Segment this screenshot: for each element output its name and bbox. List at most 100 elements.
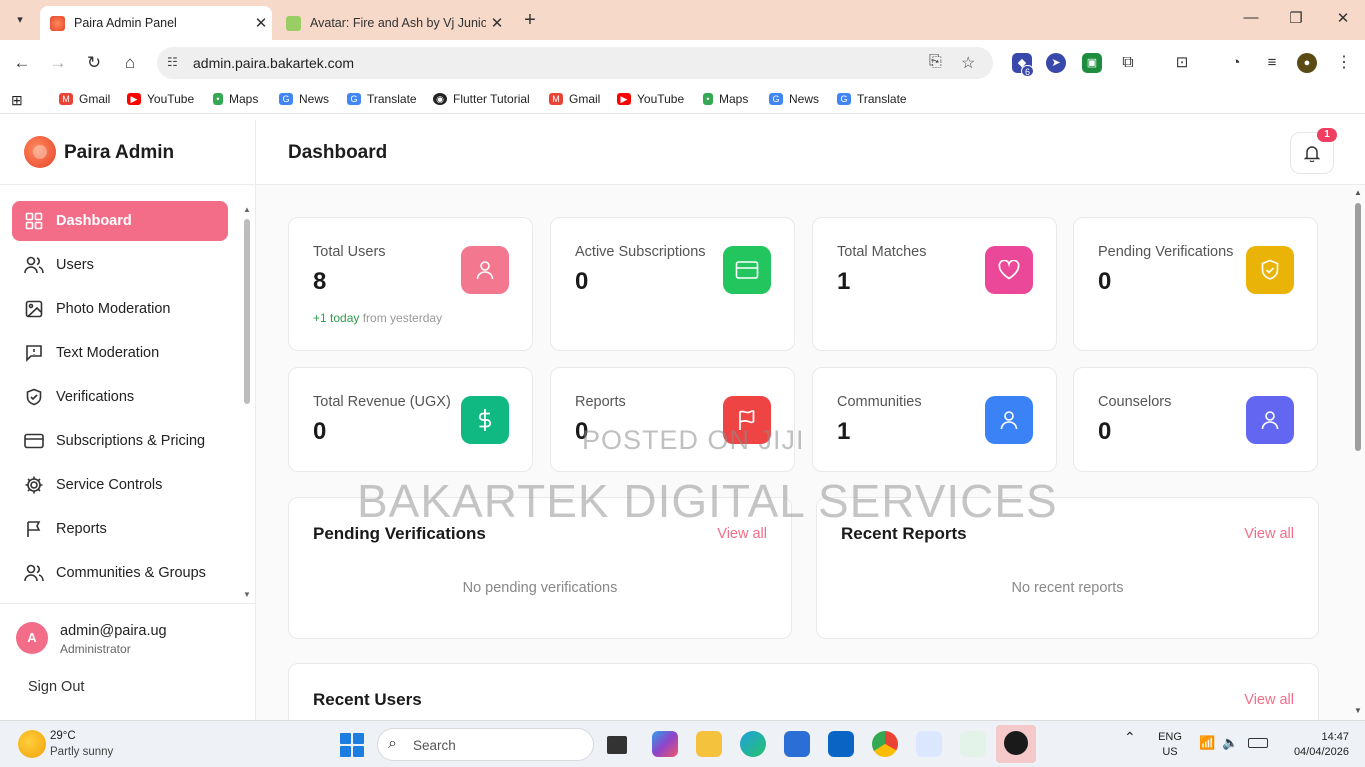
clock[interactable]: 14:47 04/04/2026 — [1283, 730, 1349, 760]
bookmark-flutter-tutorial[interactable]: ◉ Flutter Tutorial — [433, 92, 530, 106]
menu-kebab-icon[interactable]: ⋮ — [1334, 53, 1354, 73]
view-all-link[interactable]: View all — [1244, 526, 1294, 542]
taskbar-search[interactable]: ⌕ Search — [377, 728, 594, 761]
edge-icon[interactable] — [740, 731, 766, 757]
apps-grid-icon[interactable]: ⊞ — [11, 92, 23, 109]
forward-icon[interactable]: → — [47, 52, 69, 74]
language-indicator[interactable]: ENG US — [1156, 730, 1184, 760]
stat-card-total-users[interactable]: Total Users 8 +1 today from yesterday — [288, 217, 533, 351]
bookmark-news[interactable]: G News — [769, 92, 819, 106]
sidebar-item-subscriptions[interactable]: Subscriptions & Pricing — [12, 421, 228, 461]
close-tab-icon[interactable]: ✕ — [486, 14, 508, 32]
sidebar-item-communities[interactable]: Communities & Groups — [12, 553, 228, 593]
extension-icon[interactable]: ➤ — [1046, 53, 1066, 73]
search-icon: ⌕ — [388, 735, 397, 752]
empty-state: No recent reports — [1011, 580, 1124, 596]
reload-icon[interactable]: ↻ — [83, 52, 105, 74]
view-all-link[interactable]: View all — [1244, 692, 1294, 708]
app-icon[interactable] — [960, 731, 986, 757]
back-icon[interactable]: ← — [11, 52, 33, 74]
task-view-icon[interactable] — [607, 736, 627, 754]
empty-state: No pending verifications — [462, 580, 618, 596]
user-box: A admin@paira.ug Administrator Sign Out — [0, 603, 256, 720]
sidebar-item-service-controls[interactable]: Service Controls — [12, 465, 228, 505]
sidebar-item-users[interactable]: Users — [12, 245, 228, 285]
profile-avatar[interactable]: ● — [1297, 53, 1317, 73]
volume-icon[interactable]: 🔈 — [1222, 735, 1238, 750]
restore-icon[interactable]: ❐ — [1286, 9, 1306, 27]
install-app-icon[interactable]: ⎘ — [929, 53, 942, 71]
home-icon[interactable]: ⌂ — [119, 52, 141, 74]
close-window-icon[interactable]: ✕ — [1333, 9, 1353, 27]
outlook-icon[interactable] — [828, 731, 854, 757]
weather-sun-icon[interactable] — [18, 730, 46, 758]
sidebar-item-text-moderation[interactable]: Text Moderation — [12, 333, 228, 373]
tray-chevron-icon[interactable]: ⌃ — [1124, 730, 1136, 745]
bookmark-maps[interactable]: • Maps — [213, 92, 258, 106]
scroll-thumb[interactable] — [1355, 203, 1361, 451]
extensions-puzzle-icon[interactable]: ⧉ — [1118, 53, 1138, 73]
bookmark-gmail[interactable]: M Gmail — [59, 92, 110, 106]
scroll-up-icon[interactable]: ▲ — [1354, 188, 1362, 197]
view-all-link[interactable]: View all — [717, 526, 767, 542]
sign-out-button[interactable]: Sign Out — [28, 679, 84, 695]
panel-title: Recent Users — [313, 690, 422, 709]
sidebar-item-reports[interactable]: Reports — [12, 509, 228, 549]
store-icon[interactable] — [784, 731, 810, 757]
file-explorer-icon[interactable] — [696, 731, 722, 757]
bookmark-youtube[interactable]: ▶ YouTube — [127, 92, 194, 106]
stat-change: +1 today from yesterday — [313, 311, 443, 325]
bookmark-translate[interactable]: G Translate — [347, 92, 417, 106]
bookmark-gmail[interactable]: M Gmail — [549, 92, 600, 106]
scroll-down-icon[interactable]: ▼ — [1354, 706, 1362, 715]
shield-check-icon — [1246, 246, 1294, 294]
performance-icon[interactable]: ◔ — [1226, 53, 1246, 73]
sidebar-item-verifications[interactable]: Verifications — [12, 377, 228, 417]
windows-taskbar: 29°C Partly sunny ⌕ Search ⌃ ENG US 📶 🔈 … — [0, 720, 1365, 767]
app-icon[interactable] — [916, 731, 942, 757]
stat-card-total-matches[interactable]: Total Matches 1 — [812, 217, 1057, 351]
sidebar-scrollbar[interactable]: ▲ ▼ — [243, 205, 251, 600]
battery-icon[interactable] — [1248, 738, 1268, 748]
tab-paira-admin[interactable]: Paira Admin Panel ✕ — [40, 6, 272, 40]
tab-search-button[interactable]: ▾ — [9, 8, 31, 30]
minimize-icon[interactable]: — — [1241, 9, 1261, 26]
media-control-icon[interactable]: ≡ — [1262, 53, 1282, 73]
stat-card-pending-verifications[interactable]: Pending Verifications 0 — [1073, 217, 1318, 351]
stat-card-total-revenue[interactable]: Total Revenue (UGX) 0 — [288, 367, 533, 472]
url-text[interactable]: admin.paira.bakartek.com — [193, 55, 354, 71]
stat-card-reports[interactable]: Reports 0 — [550, 367, 795, 472]
stat-card-active-subscriptions[interactable]: Active Subscriptions 0 — [550, 217, 795, 351]
main-scrollbar[interactable]: ▲ ▼ — [1353, 188, 1363, 720]
scroll-up-icon[interactable]: ▲ — [243, 205, 251, 214]
weather-temp[interactable]: 29°C — [50, 730, 76, 742]
windows-start-icon[interactable] — [340, 733, 364, 757]
weather-desc[interactable]: Partly sunny — [50, 746, 113, 758]
new-tab-button[interactable]: + — [519, 9, 541, 31]
bookmark-translate[interactable]: G Translate — [837, 92, 907, 106]
microsoft365-icon[interactable] — [652, 731, 678, 757]
heart-icon — [985, 246, 1033, 294]
stat-card-communities[interactable]: Communities 1 — [812, 367, 1057, 472]
stat-card-counselors[interactable]: Counselors 0 — [1073, 367, 1318, 472]
sidebar-item-photo-moderation[interactable]: Photo Moderation — [12, 289, 228, 329]
screenshot-icon[interactable]: ⊡ — [1172, 53, 1192, 73]
address-bar[interactable]: ☷ admin.paira.bakartek.com ⎘ ☆ — [157, 47, 993, 79]
credit-card-icon — [723, 246, 771, 294]
sidebar-item-dashboard[interactable]: Dashboard — [12, 201, 228, 241]
chrome-icon[interactable] — [872, 731, 898, 757]
users-icon — [24, 563, 44, 583]
bookmark-news[interactable]: G News — [279, 92, 329, 106]
grid-icon — [24, 211, 44, 231]
bookmark-maps[interactable]: • Maps — [703, 92, 748, 106]
wifi-icon[interactable]: 📶 — [1199, 735, 1215, 750]
bookmark-youtube[interactable]: ▶ YouTube — [617, 92, 684, 106]
scroll-down-icon[interactable]: ▼ — [243, 590, 251, 599]
scroll-thumb[interactable] — [244, 219, 250, 404]
bookmark-star-icon[interactable]: ☆ — [961, 53, 975, 73]
site-info-icon[interactable]: ☷ — [167, 55, 183, 71]
close-tab-icon[interactable]: ✕ — [250, 14, 272, 32]
users-icon — [24, 255, 44, 275]
extension-icon[interactable]: ▣ — [1082, 53, 1102, 73]
tab-avatar[interactable]: Avatar: Fire and Ash by Vj Junio ✕ — [276, 6, 508, 40]
